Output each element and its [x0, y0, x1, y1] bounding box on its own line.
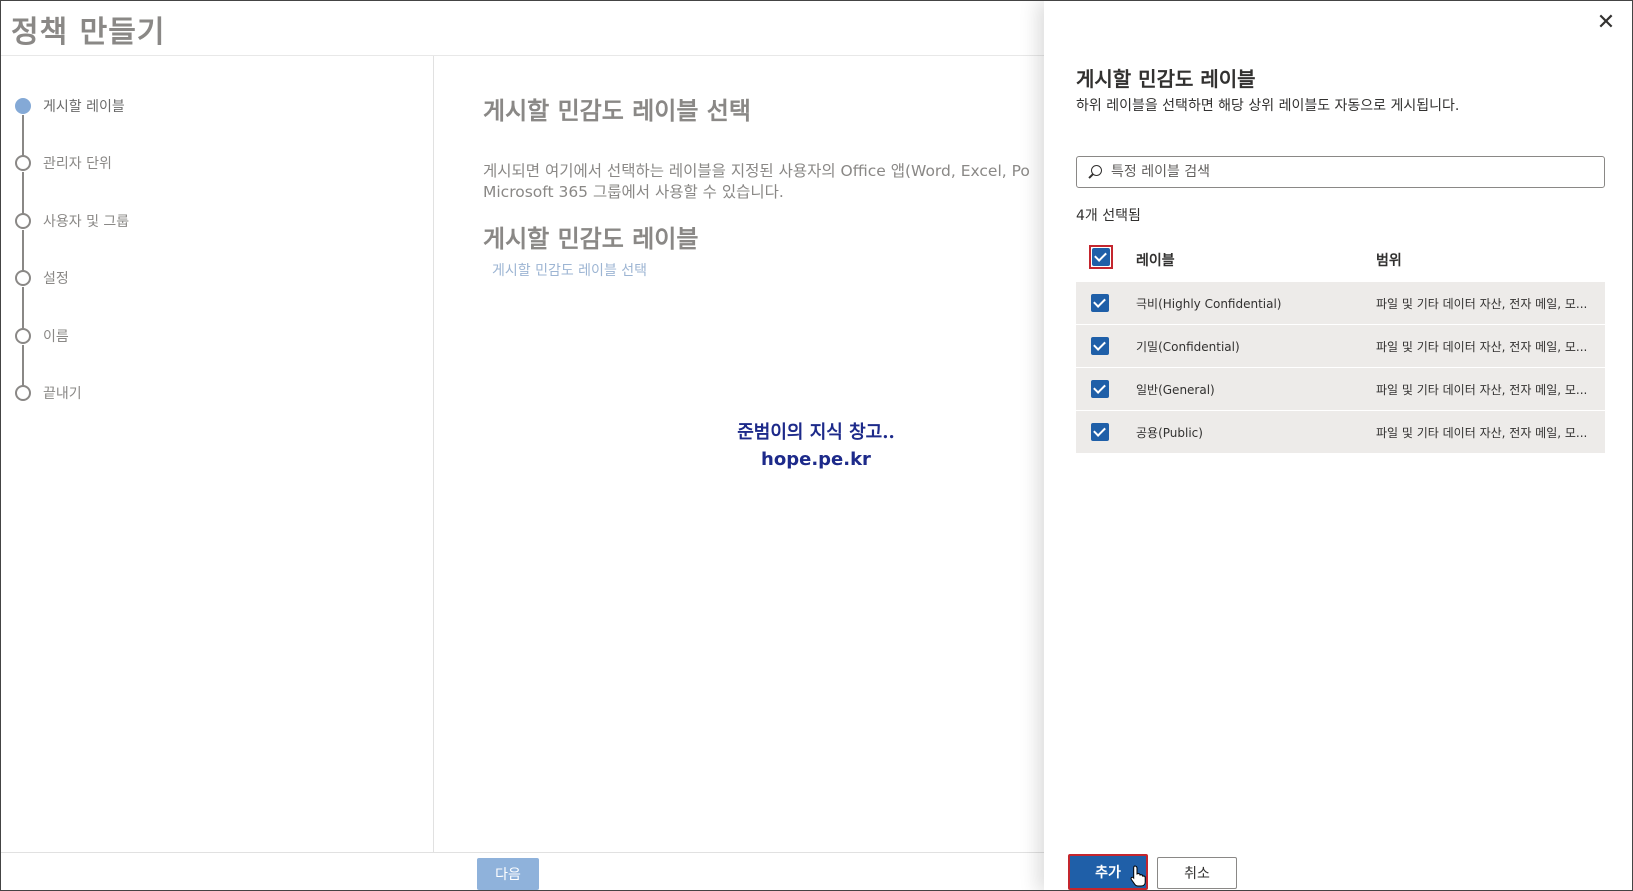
main-description: 게시되면 여기에서 선택하는 레이블을 지정된 사용자의 Office 앱(Wo… — [483, 161, 1043, 203]
table-row[interactable]: 기밀(Confidential) 파일 및 기타 데이터 자산, 전자 메일, … — [1076, 324, 1605, 367]
label-search-input[interactable] — [1111, 164, 1591, 180]
label-name: 극비(Highly Confidential) — [1136, 297, 1282, 311]
footer-divider — [1, 852, 1044, 853]
label-scope: 파일 및 기타 데이터 자산, 전자 메일, 모... — [1376, 340, 1588, 354]
row-checkbox[interactable] — [1091, 294, 1109, 312]
step-connector — [22, 172, 24, 214]
checkmark-icon — [1092, 248, 1110, 266]
step-circle-icon — [15, 270, 31, 286]
table-row[interactable]: 공용(Public) 파일 및 기타 데이터 자산, 전자 메일, 모... — [1076, 410, 1605, 453]
label-scope: 파일 및 기타 데이터 자산, 전자 메일, 모... — [1376, 297, 1588, 311]
step-circle-icon — [15, 385, 31, 401]
row-checkbox[interactable] — [1091, 423, 1109, 441]
wizard-step-label: 게시할 레이블 — [43, 99, 125, 115]
table-row[interactable]: 일반(General) 파일 및 기타 데이터 자산, 전자 메일, 모... — [1076, 367, 1605, 410]
selected-count: 4개 선택됨 — [1076, 208, 1141, 224]
page-title: 정책 만들기 — [11, 15, 166, 50]
step-circle-icon — [15, 155, 31, 171]
search-icon — [1087, 164, 1103, 180]
wizard-step-label: 이름 — [43, 329, 69, 345]
label-name: 공용(Public) — [1136, 426, 1203, 440]
label-picker-panel: ✕ 게시할 민감도 레이블 하위 레이블을 선택하면 해당 상위 레이블도 자동… — [1044, 1, 1632, 890]
row-checkbox[interactable] — [1091, 337, 1109, 355]
main-subheading: 게시할 민감도 레이블 — [483, 225, 699, 253]
select-labels-link[interactable]: 게시할 민감도 레이블 선택 — [492, 260, 647, 280]
step-circle-icon — [15, 213, 31, 229]
step-current-icon — [15, 98, 31, 114]
wizard-step-labels[interactable]: 게시할 레이블 — [15, 96, 125, 116]
wizard-step-label: 끝내기 — [43, 386, 82, 402]
description-line-2: Microsoft 365 그룹에서 사용할 수 있습니다. — [483, 183, 784, 201]
step-connector — [22, 230, 24, 272]
wizard-step-label: 설정 — [43, 271, 69, 287]
select-all-checkbox[interactable] — [1089, 245, 1113, 269]
step-circle-icon — [15, 328, 31, 344]
step-connector — [22, 345, 24, 387]
wizard-step-users-groups[interactable]: 사용자 및 그룹 — [15, 211, 129, 231]
close-icon[interactable]: ✕ — [1594, 11, 1618, 35]
label-search-box[interactable] — [1076, 156, 1605, 188]
row-checkbox[interactable] — [1091, 380, 1109, 398]
label-scope: 파일 및 기타 데이터 자산, 전자 메일, 모... — [1376, 383, 1588, 397]
wizard-step-admin-units[interactable]: 관리자 단위 — [15, 153, 112, 173]
column-header-scope[interactable]: 범위 — [1376, 250, 1402, 270]
step-connector — [22, 115, 24, 157]
hand-cursor-icon — [1130, 865, 1146, 887]
wizard-step-label: 관리자 단위 — [43, 156, 112, 172]
watermark-line-2: hope.pe.kr — [761, 449, 871, 470]
column-header-label[interactable]: 레이블 — [1136, 250, 1175, 270]
description-line-1: 게시되면 여기에서 선택하는 레이블을 지정된 사용자의 Office 앱(Wo… — [483, 162, 1030, 180]
wizard-step-label: 사용자 및 그룹 — [43, 214, 130, 230]
label-name: 기밀(Confidential) — [1136, 340, 1240, 354]
wizard-step-settings[interactable]: 설정 — [15, 268, 69, 288]
label-scope: 파일 및 기타 데이터 자산, 전자 메일, 모... — [1376, 426, 1588, 440]
label-name: 일반(General) — [1136, 383, 1215, 397]
panel-title: 게시할 민감도 레이블 — [1076, 67, 1256, 91]
main-heading: 게시할 민감도 레이블 선택 — [483, 97, 751, 125]
watermark: 준범이의 지식 창고.. hope.pe.kr — [736, 419, 896, 473]
watermark-line-1: 준범이의 지식 창고.. — [737, 422, 895, 443]
table-header: 레이블 범위 — [1076, 239, 1605, 281]
wizard-step-name[interactable]: 이름 — [15, 326, 69, 346]
labels-table: 레이블 범위 극비(Highly Confidential) 파일 및 기타 데… — [1076, 239, 1605, 453]
panel-subtitle: 하위 레이블을 선택하면 해당 상위 레이블도 자동으로 게시됩니다. — [1076, 98, 1460, 114]
app-window: 정책 만들기 게시할 레이블 관리자 단위 사용자 및 그룹 설정 이름 끝내기… — [0, 0, 1633, 891]
next-button[interactable]: 다음 — [477, 858, 539, 890]
wizard-step-finish[interactable]: 끝내기 — [15, 383, 82, 403]
step-connector — [22, 287, 24, 329]
cancel-button[interactable]: 취소 — [1157, 857, 1237, 889]
table-row[interactable]: 극비(Highly Confidential) 파일 및 기타 데이터 자산, … — [1076, 281, 1605, 324]
wizard-rail: 게시할 레이블 관리자 단위 사용자 및 그룹 설정 이름 끝내기 — [1, 56, 434, 852]
